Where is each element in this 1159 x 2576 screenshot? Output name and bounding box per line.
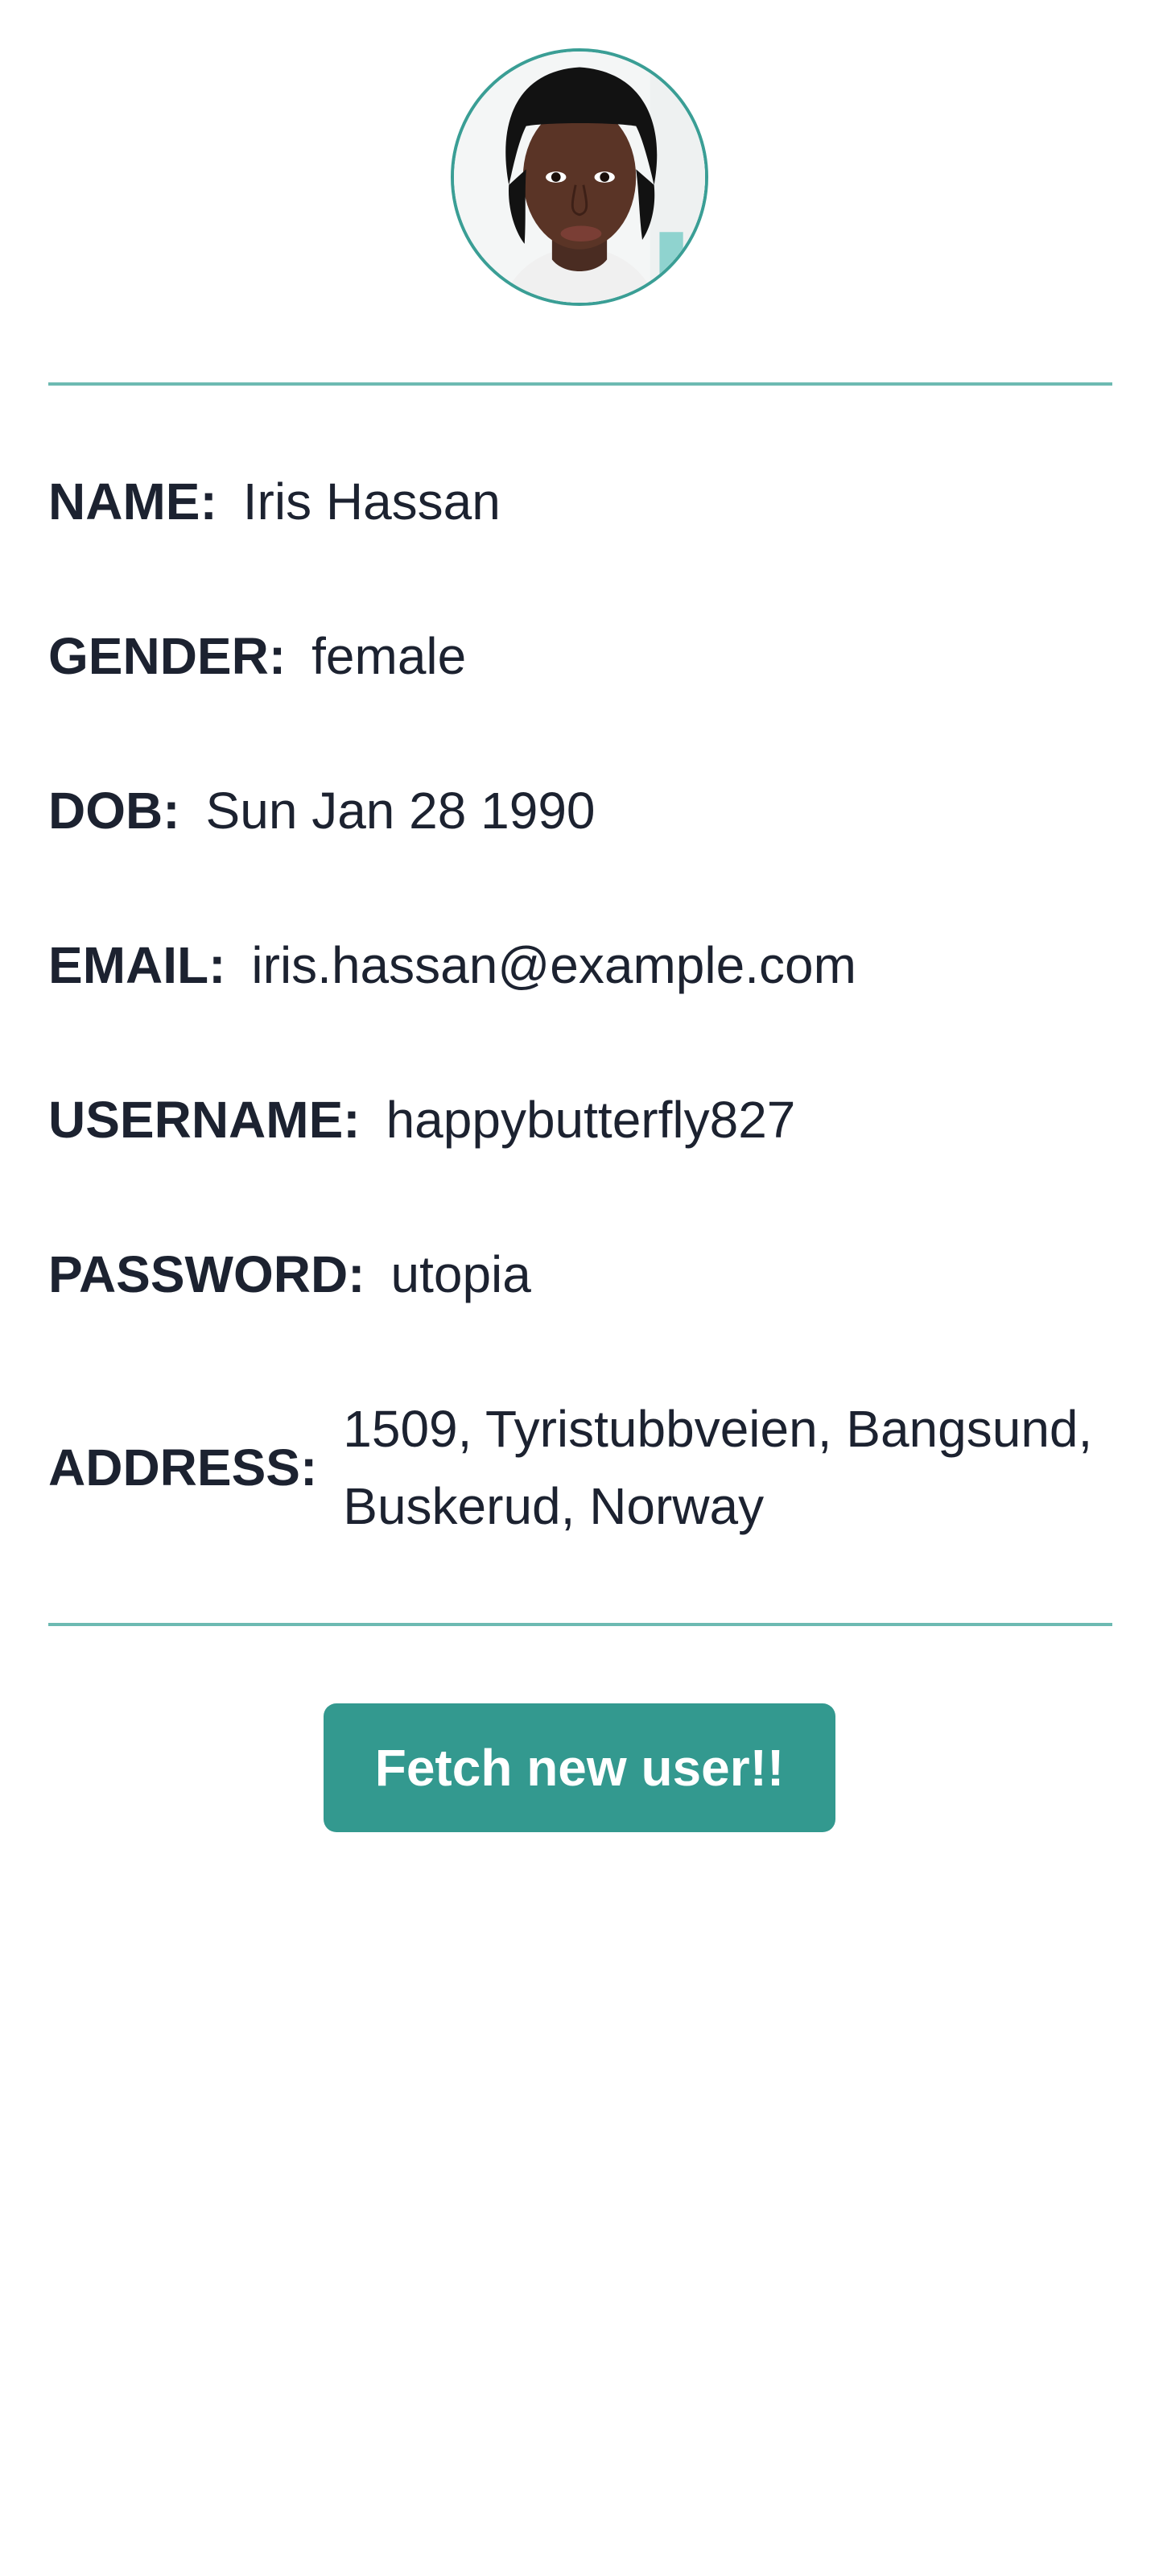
bottom-divider [48, 1623, 1112, 1626]
field-email: EMAIL: iris.hassan@example.com [48, 927, 856, 1004]
field-gender: GENDER: female [48, 617, 466, 695]
name-value: Iris Hassan [242, 473, 501, 530]
avatar-image [454, 52, 705, 303]
field-dob: DOB: Sun Jan 28 1990 [48, 772, 596, 849]
address-label: ADDRESS: [48, 1439, 318, 1496]
dob-label: DOB: [48, 782, 180, 840]
avatar [451, 48, 708, 306]
user-profile-card: NAME: Iris Hassan GENDER: female DOB: Su… [0, 0, 1159, 2576]
field-name: NAME: Iris Hassan [48, 463, 501, 540]
field-address: ADDRESS: 1509, Tyristubbveien, Bangsund,… [48, 1390, 1148, 1545]
password-value: utopia [390, 1245, 531, 1303]
gender-value: female [311, 627, 467, 685]
email-label: EMAIL: [48, 936, 226, 994]
field-password: PASSWORD: utopia [48, 1236, 531, 1313]
username-value: happybutterfly827 [386, 1091, 796, 1149]
email-value: iris.hassan@example.com [251, 936, 856, 994]
name-label: NAME: [48, 473, 217, 530]
address-value: 1509, Tyristubbveien, Bangsund, Buskerud… [343, 1400, 1093, 1535]
gender-label: GENDER: [48, 627, 287, 685]
dob-value: Sun Jan 28 1990 [205, 782, 596, 840]
top-divider [48, 382, 1112, 386]
field-username: USERNAME: happybutterfly827 [48, 1081, 795, 1158]
password-label: PASSWORD: [48, 1245, 365, 1303]
fetch-new-user-button[interactable]: Fetch new user!! [324, 1703, 835, 1832]
username-label: USERNAME: [48, 1091, 361, 1149]
